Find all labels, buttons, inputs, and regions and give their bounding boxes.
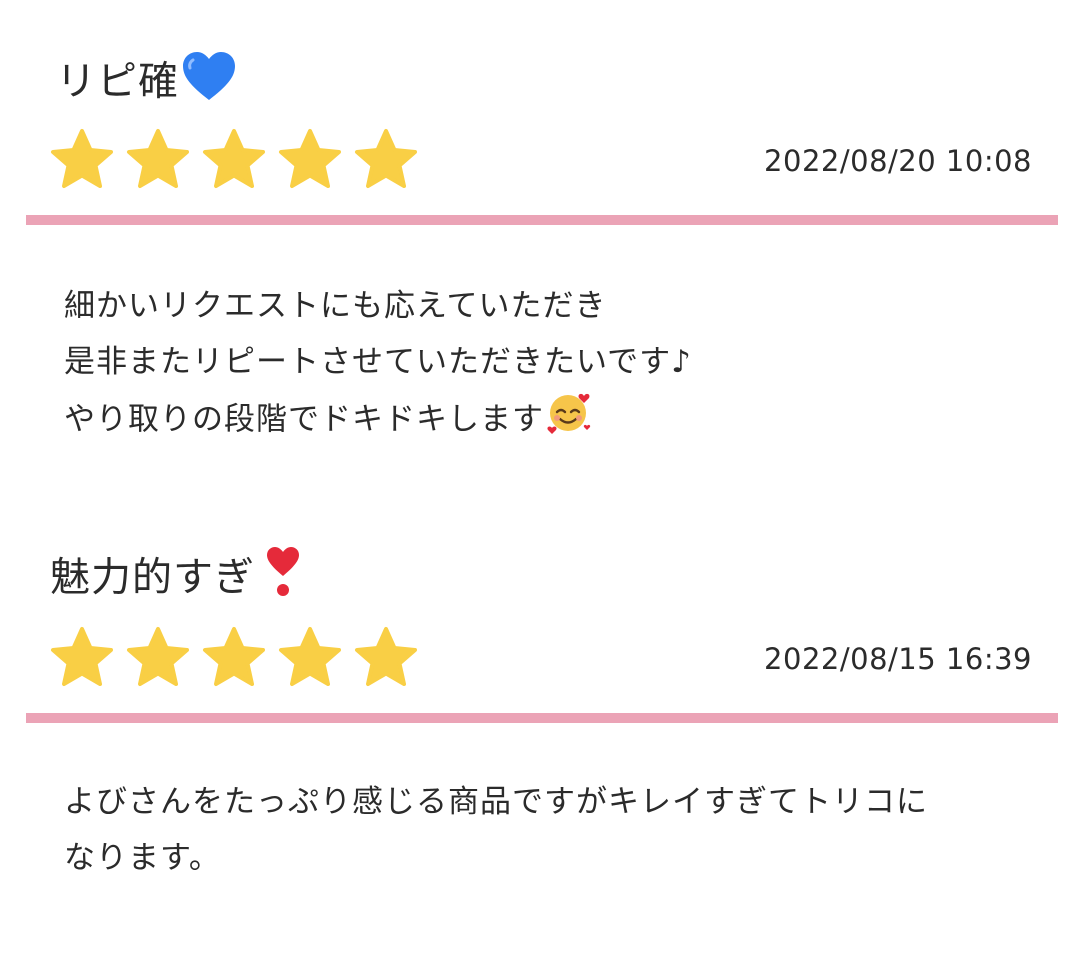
review-body-line: なります。 [64, 840, 221, 876]
star-icon [202, 626, 266, 688]
star-icon [354, 626, 418, 688]
review-body-line: 是非またリピートさせていただきたいです♪ [64, 344, 692, 380]
smiling-face-with-hearts-icon [546, 390, 592, 452]
review-body-line: よびさんをたっぷり感じる商品ですがキレイすぎてトリコに [64, 784, 928, 820]
review-date: 2022/08/20 10:08 [764, 144, 1032, 178]
star-icon [202, 128, 266, 190]
review-divider [26, 713, 1058, 723]
review-body: 細かいリクエストにも応えていただき 是非またリピートさせていただきたいです♪ や… [64, 278, 692, 452]
review-title: 魅力的すぎ [50, 546, 301, 609]
review-title-text: 魅力的すぎ [50, 554, 255, 601]
review-body-line: 細かいリクエストにも応えていただき [64, 288, 607, 324]
star-rating [50, 626, 430, 688]
star-icon [354, 128, 418, 190]
star-icon [50, 128, 114, 190]
star-icon [278, 128, 342, 190]
review-divider [26, 215, 1058, 225]
star-icon [50, 626, 114, 688]
review-date: 2022/08/15 16:39 [764, 642, 1032, 676]
star-icon [126, 626, 190, 688]
review-body: よびさんをたっぷり感じる商品ですがキレイすぎてトリコに なります。 [64, 774, 928, 886]
star-icon [126, 128, 190, 190]
review-title-text: リピ確 [56, 58, 179, 105]
red-exclamation-heart-icon [265, 546, 301, 609]
blue-heart-icon [181, 50, 237, 113]
review-title: リピ確 [56, 50, 237, 113]
review-body-line-with-emoji: やり取りの段階でドキドキします [64, 390, 692, 452]
star-icon [278, 626, 342, 688]
star-rating [50, 128, 430, 190]
review-body-line-text: やり取りの段階でドキドキします [64, 401, 544, 438]
